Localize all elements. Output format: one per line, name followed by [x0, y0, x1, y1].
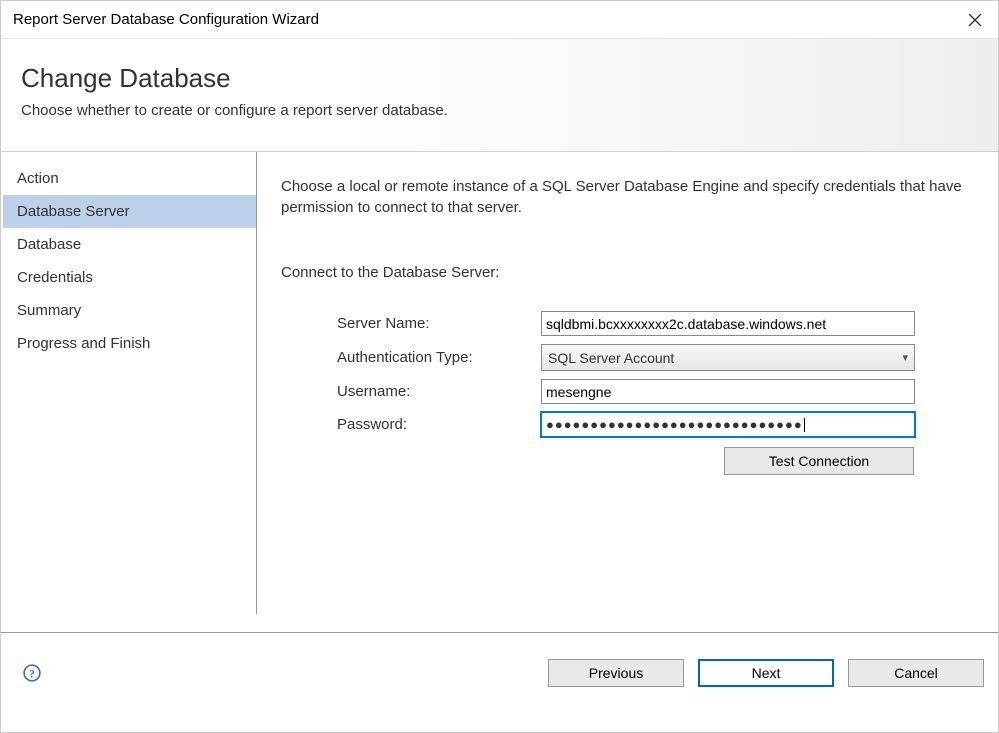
- sidebar-item-credentials[interactable]: Credentials: [3, 261, 256, 294]
- test-connection-button[interactable]: Test Connection: [724, 447, 914, 475]
- sidebar-item-label: Credentials: [17, 269, 93, 286]
- chevron-down-icon: ▾: [902, 351, 908, 364]
- row-auth-type: Authentication Type: SQL Server Account …: [281, 344, 990, 371]
- username-input[interactable]: [541, 379, 915, 404]
- password-masked-value: ●●●●●●●●●●●●●●●●●●●●●●●●●●●●●: [546, 417, 803, 432]
- sidebar-item-database-server[interactable]: Database Server: [3, 195, 256, 228]
- content-pane: Choose a local or remote instance of a S…: [257, 152, 998, 632]
- sidebar-item-label: Database Server: [17, 203, 130, 220]
- text-caret: [804, 418, 805, 432]
- header-band: Change Database Choose whether to create…: [1, 39, 998, 152]
- section-label: Connect to the Database Server:: [281, 264, 990, 281]
- titlebar: Report Server Database Configuration Wiz…: [1, 1, 998, 39]
- sidebar-item-database[interactable]: Database: [3, 228, 256, 261]
- server-name-input[interactable]: [541, 311, 915, 336]
- test-connection-row: Test Connection: [281, 447, 990, 475]
- row-password: Password: ●●●●●●●●●●●●●●●●●●●●●●●●●●●●●: [281, 412, 990, 437]
- page-subtitle: Choose whether to create or configure a …: [21, 102, 978, 119]
- page-title: Change Database: [21, 63, 978, 94]
- server-name-label: Server Name:: [281, 315, 541, 332]
- close-icon: [968, 13, 982, 27]
- instruction-text: Choose a local or remote instance of a S…: [281, 176, 990, 218]
- sidebar-item-summary[interactable]: Summary: [3, 294, 256, 327]
- next-button[interactable]: Next: [698, 659, 834, 687]
- help-button[interactable]: ?: [23, 664, 41, 682]
- auth-type-value: SQL Server Account: [548, 350, 674, 366]
- password-input[interactable]: ●●●●●●●●●●●●●●●●●●●●●●●●●●●●●: [541, 412, 915, 437]
- auth-type-select[interactable]: SQL Server Account ▾: [541, 344, 915, 371]
- close-button[interactable]: [952, 1, 998, 39]
- footer-bar: ? Previous Next Cancel: [1, 632, 998, 702]
- sidebar-item-progress-finish[interactable]: Progress and Finish: [3, 327, 256, 360]
- svg-text:?: ?: [29, 668, 35, 680]
- window-title: Report Server Database Configuration Wiz…: [13, 11, 319, 28]
- previous-button[interactable]: Previous: [548, 659, 684, 687]
- password-label: Password:: [281, 416, 541, 433]
- row-server-name: Server Name:: [281, 311, 990, 336]
- username-label: Username:: [281, 383, 541, 400]
- body-area: Action Database Server Database Credenti…: [1, 152, 998, 632]
- sidebar-item-label: Summary: [17, 302, 81, 319]
- help-icon: ?: [23, 664, 41, 682]
- footer-buttons: Previous Next Cancel: [548, 659, 984, 687]
- wizard-steps-sidebar: Action Database Server Database Credenti…: [3, 152, 257, 614]
- sidebar-item-label: Database: [17, 236, 81, 253]
- auth-type-label: Authentication Type:: [281, 349, 541, 366]
- cancel-button[interactable]: Cancel: [848, 659, 984, 687]
- sidebar-item-label: Action: [17, 170, 59, 187]
- sidebar-item-label: Progress and Finish: [17, 335, 150, 352]
- sidebar-item-action[interactable]: Action: [3, 162, 256, 195]
- row-username: Username:: [281, 379, 990, 404]
